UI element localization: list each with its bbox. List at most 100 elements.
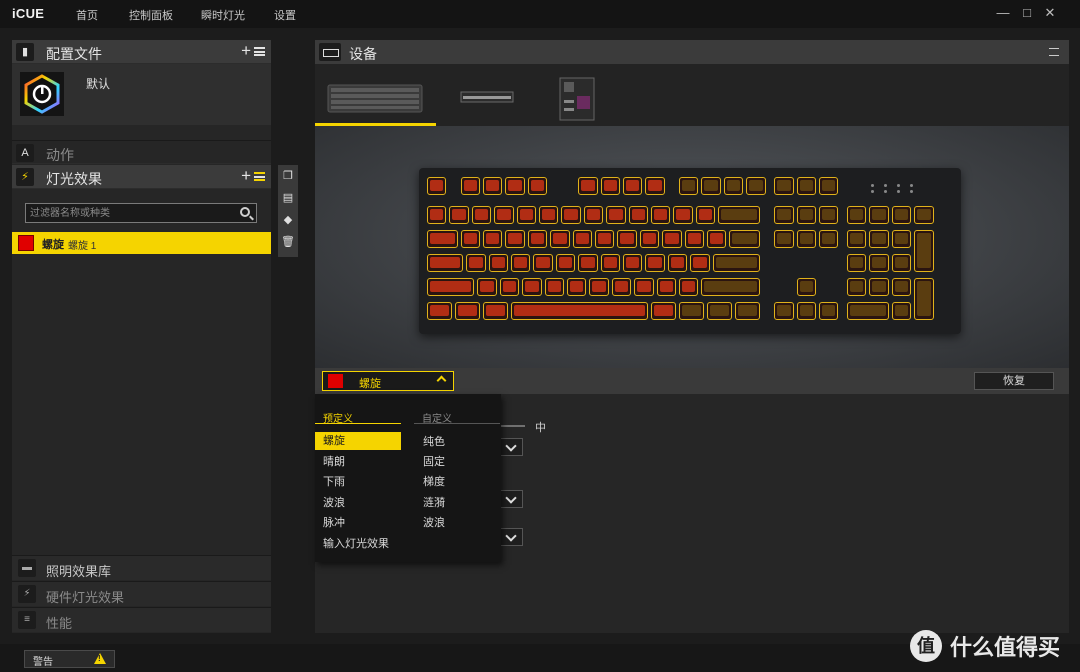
keyboard-key[interactable] — [516, 206, 536, 224]
keyboard-key[interactable] — [847, 206, 867, 224]
keyboard-key[interactable] — [645, 254, 665, 272]
keyboard-key[interactable] — [483, 177, 503, 195]
device-tab-keyboard[interactable] — [315, 70, 436, 126]
custom-item[interactable]: 涟漪 — [423, 494, 445, 512]
keyboard-key[interactable] — [572, 230, 592, 248]
keyboard-key[interactable] — [651, 302, 676, 320]
keyboard-key[interactable] — [511, 302, 648, 320]
minimize-button[interactable]: — — [994, 4, 1012, 22]
keyboard-key[interactable] — [427, 230, 458, 248]
warning-button[interactable]: 警告 — [24, 650, 115, 668]
keyboard-key[interactable] — [723, 177, 744, 195]
keyboard-key[interactable] — [774, 177, 794, 195]
keyboard-key[interactable] — [701, 177, 721, 195]
keyboard-key[interactable] — [561, 206, 581, 224]
keyboard-key[interactable] — [695, 206, 716, 224]
lighting-menu-icon[interactable] — [254, 172, 265, 181]
keyboard-key[interactable] — [796, 177, 816, 195]
paste-icon[interactable]: ▤ — [278, 187, 298, 209]
keyboard-key[interactable] — [891, 278, 912, 296]
copy-icon[interactable]: ❐ — [278, 165, 298, 187]
keyboard-key[interactable] — [869, 230, 889, 248]
actions-header[interactable]: A 动作 — [12, 140, 271, 164]
keyboard-key[interactable] — [774, 302, 794, 320]
keyboard-key[interactable] — [522, 278, 542, 296]
keyboard-key[interactable] — [427, 206, 447, 224]
device-tab-motherboard[interactable] — [555, 70, 601, 126]
keyboard-key[interactable] — [460, 230, 480, 248]
keyboard-key[interactable] — [466, 254, 486, 272]
color-mode-dropdown[interactable] — [499, 490, 523, 508]
keyboard-key[interactable] — [914, 206, 934, 224]
keyboard-key[interactable] — [533, 254, 553, 272]
nav-home[interactable]: 首页 — [76, 7, 98, 23]
profiles-menu-icon[interactable] — [254, 47, 265, 56]
keyboard-key[interactable] — [891, 206, 912, 224]
library-item-hardware[interactable]: ⚡ 硬件灯光效果 — [12, 581, 271, 606]
keyboard-key[interactable] — [483, 230, 503, 248]
keyboard-key[interactable] — [707, 302, 732, 320]
keyboard-key[interactable] — [729, 230, 760, 248]
custom-item[interactable]: 梯度 — [423, 473, 445, 491]
keyboard-key[interactable] — [606, 206, 626, 224]
keyboard-key[interactable] — [555, 254, 576, 272]
keyboard-key[interactable] — [427, 254, 464, 272]
predefined-item[interactable]: 晴朗 — [323, 453, 345, 471]
keyboard-key[interactable] — [505, 230, 525, 248]
keyboard-key[interactable] — [796, 278, 816, 296]
keyboard-key[interactable] — [847, 278, 867, 296]
keyboard-key[interactable] — [774, 206, 794, 224]
nav-instant-lighting[interactable]: 瞬时灯光 — [201, 7, 245, 23]
close-button[interactable]: ✕ — [1041, 4, 1059, 22]
keyboard-device[interactable] — [419, 168, 961, 334]
profile-item-default[interactable]: 默认 — [12, 64, 271, 125]
keyboard-key[interactable] — [611, 278, 632, 296]
keyboard-key[interactable] — [600, 254, 620, 272]
keyboard-key[interactable] — [891, 302, 912, 320]
keyboard-key[interactable] — [623, 177, 643, 195]
keyboard-key[interactable] — [477, 278, 497, 296]
keyboard-key[interactable] — [735, 302, 760, 320]
library-item-effects[interactable]: ▬ 照明效果库 — [12, 555, 271, 580]
keyboard-key[interactable] — [667, 254, 688, 272]
keyboard-key[interactable] — [684, 230, 704, 248]
maximize-button[interactable]: □ — [1018, 4, 1036, 22]
keyboard-key[interactable] — [679, 177, 699, 195]
keyboard-key[interactable] — [634, 278, 654, 296]
keyboard-key[interactable] — [488, 254, 508, 272]
keyboard-key[interactable] — [819, 177, 839, 195]
predefined-item[interactable]: 脉冲 — [323, 514, 345, 532]
keyboard-key[interactable] — [718, 206, 760, 224]
custom-item[interactable]: 纯色 — [423, 433, 445, 451]
keyboard-key[interactable] — [494, 206, 514, 224]
predefined-item[interactable]: 下雨 — [323, 473, 345, 491]
keyboard-key[interactable] — [662, 230, 682, 248]
keyboard-key[interactable] — [712, 254, 760, 272]
keyboard-key[interactable] — [819, 302, 839, 320]
keyboard-key[interactable] — [819, 206, 839, 224]
direction-dropdown[interactable] — [499, 438, 523, 456]
library-item-performance[interactable]: ≡ 性能 — [12, 607, 271, 632]
keyboard-key[interactable] — [505, 177, 525, 195]
keyboard-key[interactable] — [645, 177, 665, 195]
keyboard-key[interactable] — [589, 278, 609, 296]
keyboard-key[interactable] — [527, 230, 548, 248]
keyboard-key[interactable] — [539, 206, 559, 224]
keyboard-key[interactable] — [746, 177, 766, 195]
keyboard-key[interactable] — [499, 278, 520, 296]
keyboard-key[interactable] — [656, 278, 676, 296]
nav-settings[interactable]: 设置 — [274, 7, 296, 23]
keyboard-key[interactable] — [595, 230, 615, 248]
devices-menu-icon[interactable] — [1049, 48, 1059, 56]
keyboard-key[interactable] — [847, 302, 889, 320]
keyboard-key[interactable] — [483, 302, 508, 320]
add-profile-button[interactable]: + — [241, 41, 251, 61]
keyboard-key[interactable] — [583, 206, 604, 224]
keyboard-key[interactable] — [774, 230, 794, 248]
keyboard-key[interactable] — [460, 177, 480, 195]
keyboard-key[interactable] — [679, 278, 699, 296]
keyboard-key[interactable] — [914, 230, 934, 272]
keyboard-key[interactable] — [819, 230, 839, 248]
search-icon[interactable] — [240, 207, 250, 217]
keyboard-key[interactable] — [914, 278, 934, 320]
